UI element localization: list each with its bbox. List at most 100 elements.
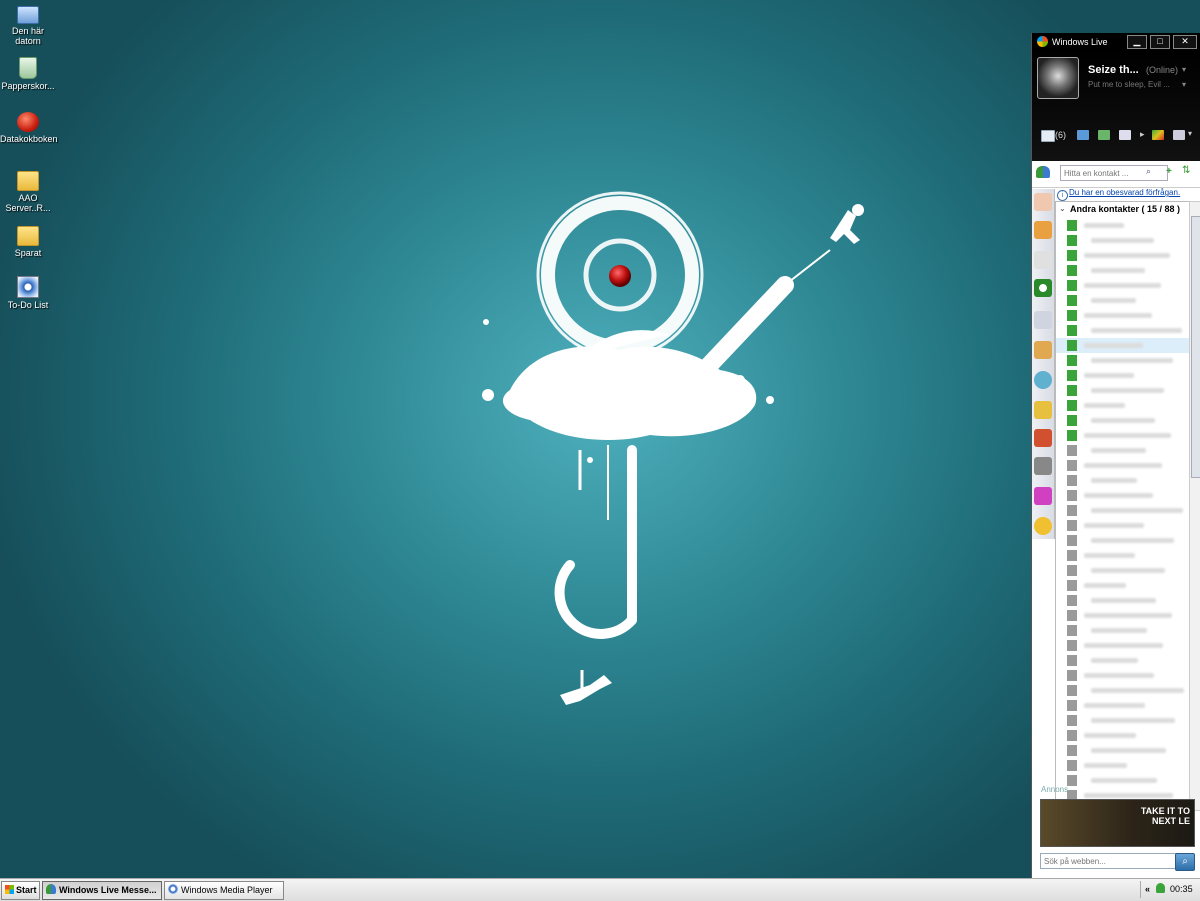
search-input[interactable] <box>1060 165 1168 181</box>
sidebar-mobile-icon[interactable] <box>1034 457 1052 475</box>
toolbar-more-icon[interactable]: ▸ <box>1140 129 1145 140</box>
group-collapse-icon[interactable]: ⌄ <box>1059 204 1066 213</box>
close-button[interactable]: ✕ <box>1173 35 1197 49</box>
sidebar-food-icon[interactable] <box>1034 341 1052 359</box>
desktop-icon-datakokboken[interactable]: Datakokboken <box>0 112 58 144</box>
contact-row[interactable] <box>1056 443 1190 458</box>
sidebar-cup-icon[interactable] <box>1034 251 1052 269</box>
sidebar-globe-icon[interactable] <box>1034 371 1052 389</box>
contact-row[interactable] <box>1056 623 1190 638</box>
messenger-title-bar[interactable]: Windows Live ▁ □ ✕ <box>1032 33 1200 51</box>
sidebar-music-icon[interactable] <box>1034 311 1052 329</box>
contact-row[interactable] <box>1056 758 1190 773</box>
web-search-button[interactable]: ⌕ <box>1175 853 1195 871</box>
contact-row[interactable] <box>1056 713 1190 728</box>
contact-row[interactable] <box>1056 233 1190 248</box>
contact-row[interactable] <box>1056 548 1190 563</box>
clock[interactable]: 00:35 <box>1170 884 1193 894</box>
contact-row[interactable] <box>1056 338 1190 353</box>
contact-row[interactable] <box>1056 578 1190 593</box>
desktop-icon-my-computer[interactable]: Den här datorn <box>0 2 56 46</box>
sharing-icon[interactable] <box>1119 130 1131 140</box>
group-header[interactable]: Andra kontakter ( 15 / 88 ) <box>1070 204 1180 214</box>
contact-row[interactable] <box>1056 293 1190 308</box>
contact-row[interactable] <box>1056 353 1190 368</box>
contact-row[interactable] <box>1056 248 1190 263</box>
messenger-tray-icon[interactable] <box>1155 883 1165 893</box>
paint-brush-icon[interactable] <box>1152 130 1164 140</box>
contact-row[interactable] <box>1056 383 1190 398</box>
buddy-offline-icon <box>1067 640 1077 651</box>
maximize-button[interactable]: □ <box>1150 35 1170 49</box>
web-search-input[interactable] <box>1040 853 1180 869</box>
mail-icon[interactable] <box>1041 130 1055 142</box>
contact-list-scrollbar[interactable] <box>1189 201 1200 811</box>
desktop-icon-recycle-bin[interactable]: Papperskor... <box>0 57 56 91</box>
status-dropdown-icon[interactable]: ▾ <box>1182 65 1186 74</box>
contact-row[interactable] <box>1056 593 1190 608</box>
avatar[interactable] <box>1037 57 1079 99</box>
contact-row[interactable] <box>1056 473 1190 488</box>
ad-banner[interactable]: TAKE IT TO NEXT LE <box>1040 799 1195 847</box>
contacts-people-icon[interactable] <box>1036 166 1050 178</box>
menu-dropdown-icon[interactable]: ▾ <box>1188 129 1192 138</box>
contact-name-redacted <box>1084 613 1172 618</box>
contact-row[interactable] <box>1056 518 1190 533</box>
contact-row[interactable] <box>1056 638 1190 653</box>
desktop-icon-todo-list[interactable]: To-Do List <box>0 276 56 310</box>
minimize-button[interactable]: ▁ <box>1127 35 1147 49</box>
contact-row[interactable] <box>1056 668 1190 683</box>
desktop-icon-sparat[interactable]: Sparat <box>0 222 56 258</box>
contact-row[interactable] <box>1056 503 1190 518</box>
taskbar-button-messenger[interactable]: Windows Live Messe... <box>42 881 162 900</box>
contact-row[interactable] <box>1056 488 1190 503</box>
groups-icon[interactable] <box>1098 130 1110 140</box>
pending-request-link[interactable]: Du har en obesvarad förfrågan. <box>1069 188 1180 197</box>
tray-expand-icon[interactable]: « <box>1145 884 1150 894</box>
contact-row[interactable] <box>1056 278 1190 293</box>
contact-row[interactable] <box>1056 323 1190 338</box>
sidebar-emoticon-icon[interactable] <box>1034 517 1052 535</box>
taskbar-button-media-player[interactable]: Windows Media Player <box>164 881 284 900</box>
sidebar-jobs-icon[interactable] <box>1034 429 1052 447</box>
menu-icon[interactable] <box>1173 130 1185 140</box>
message-dropdown-icon[interactable]: ▾ <box>1182 80 1186 89</box>
contact-row[interactable] <box>1056 308 1190 323</box>
contact-row[interactable] <box>1056 398 1190 413</box>
contact-row[interactable] <box>1056 218 1190 233</box>
contact-row[interactable] <box>1056 653 1190 668</box>
sidebar-gift-icon[interactable] <box>1034 487 1052 505</box>
contact-row[interactable] <box>1056 368 1190 383</box>
sort-icon[interactable]: ⇅ <box>1182 165 1190 176</box>
contact-list[interactable]: ⌄ Andra kontakter ( 15 / 88 ) <box>1055 201 1191 811</box>
mail-count[interactable]: (6) <box>1055 130 1066 140</box>
personal-message[interactable]: Put me to sleep, Evil ... <box>1088 80 1170 89</box>
contacts-icon[interactable] <box>1077 130 1089 140</box>
user-status[interactable]: (Online) <box>1146 65 1178 75</box>
contact-row[interactable] <box>1056 743 1190 758</box>
desktop-icon-aao-server[interactable]: AAO Server..R... <box>0 167 56 213</box>
buddy-online-icon <box>1067 235 1077 246</box>
messenger-window[interactable]: Windows Live ▁ □ ✕ Seize th... (Online) … <box>1031 33 1200 878</box>
sidebar-profile-icon[interactable] <box>1034 193 1052 211</box>
contact-row[interactable] <box>1056 413 1190 428</box>
user-display-name[interactable]: Seize th... <box>1088 64 1139 76</box>
contact-row[interactable] <box>1056 458 1190 473</box>
contact-row[interactable] <box>1056 263 1190 278</box>
contact-row[interactable] <box>1056 428 1190 443</box>
sidebar-brush-icon[interactable] <box>1034 221 1052 239</box>
contact-row[interactable] <box>1056 698 1190 713</box>
scrollbar-thumb[interactable] <box>1191 216 1200 478</box>
contact-row[interactable] <box>1056 608 1190 623</box>
start-button[interactable]: Start <box>1 881 40 900</box>
sidebar-em-football-icon[interactable] <box>1034 279 1052 297</box>
contact-row[interactable] <box>1056 533 1190 548</box>
contact-row[interactable] <box>1056 728 1190 743</box>
messenger-buddy-icon <box>46 884 56 894</box>
search-icon[interactable]: ⌕ <box>1146 166 1151 177</box>
add-contact-icon[interactable]: + <box>1166 166 1172 177</box>
contact-row[interactable] <box>1056 563 1190 578</box>
contact-row[interactable] <box>1056 773 1190 788</box>
contact-row[interactable] <box>1056 683 1190 698</box>
sidebar-bell-icon[interactable] <box>1034 401 1052 419</box>
